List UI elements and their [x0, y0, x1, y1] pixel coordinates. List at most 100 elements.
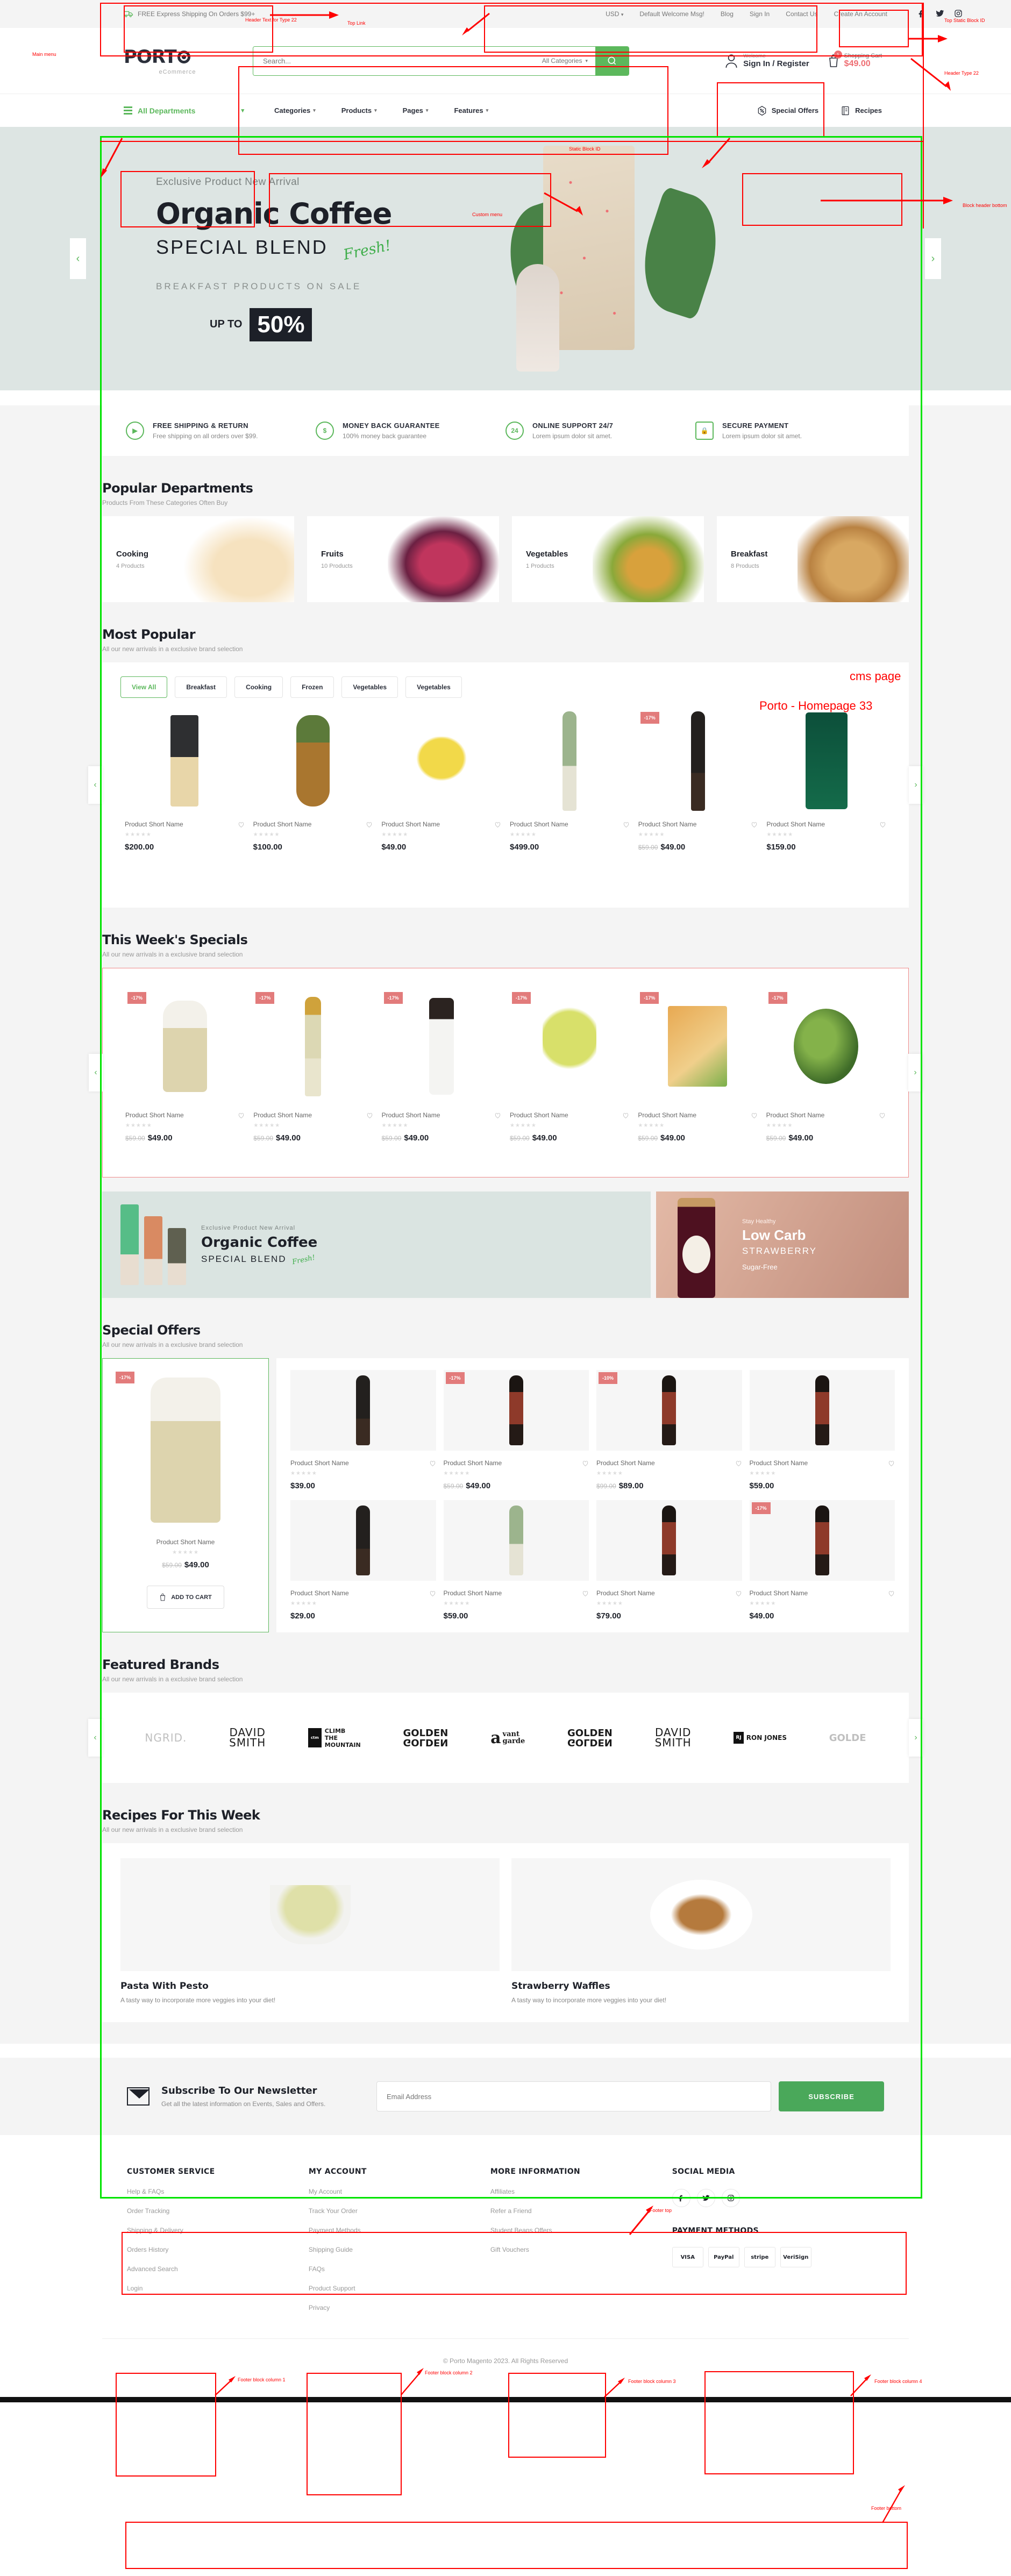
tab-cooking[interactable]: Cooking: [234, 676, 283, 698]
brand-logo[interactable]: NGRID.: [145, 1732, 187, 1743]
footer-link[interactable]: Student Beans Offers: [490, 2227, 672, 2234]
search-category-select[interactable]: All Categories ▾: [535, 47, 595, 75]
brand-logo[interactable]: DAVID SMITH: [655, 1727, 692, 1748]
top-link-welcome[interactable]: Default Welcome Msg!: [639, 10, 704, 18]
account-signin-register[interactable]: Sign In / Register: [743, 59, 809, 68]
top-link-signin[interactable]: Sign In: [750, 10, 770, 18]
brand-logo[interactable]: RJ RON JONES: [734, 1732, 787, 1744]
wishlist-heart-icon[interactable]: [751, 1112, 758, 1119]
footer-link[interactable]: Track Your Order: [309, 2207, 490, 2215]
product-card[interactable]: Product Short Name ★★★★★ $39.00: [290, 1370, 436, 1490]
tab-view-all[interactable]: View All: [120, 676, 168, 698]
product-card[interactable]: Product Short Name ★★★★★ $100.00: [249, 710, 378, 852]
product-card[interactable]: -17% Product Short Name ★★★★★ $59.00 $49.…: [443, 1370, 589, 1490]
wishlist-heart-icon[interactable]: [429, 1460, 436, 1467]
wishlist-heart-icon[interactable]: [879, 1112, 886, 1119]
recipe-card[interactable]: Strawberry Waffles A tasty way to incorp…: [511, 1858, 891, 2004]
banner-organic-coffee[interactable]: Exclusive Product New Arrival Organic Co…: [102, 1191, 651, 1298]
brand-logo[interactable]: GOLDEN GOLDEN: [567, 1729, 613, 1749]
footer-link[interactable]: Help & FAQs: [127, 2188, 309, 2195]
hero-slider[interactable]: ‹ Exclusive Product New Arrival Organic …: [0, 127, 1011, 390]
product-card[interactable]: -17% Product Short Name ★★★★★ $49.00: [749, 1500, 895, 1621]
product-card[interactable]: -17% Product Short Name ★★★★★ $59.00 $49.…: [121, 990, 249, 1143]
brand-logo[interactable]: GOLDE: [829, 1733, 866, 1743]
wishlist-heart-icon[interactable]: [751, 821, 758, 828]
product-card[interactable]: -10% Product Short Name ★★★★★ $99.00 $89.…: [596, 1370, 742, 1490]
wishlist-heart-icon[interactable]: [366, 1112, 373, 1119]
footer-link[interactable]: Gift Vouchers: [490, 2246, 672, 2253]
product-card[interactable]: Product Short Name ★★★★★ $499.00: [506, 710, 634, 852]
wishlist-heart-icon[interactable]: [429, 1590, 436, 1597]
wishlist-heart-icon[interactable]: [735, 1460, 742, 1467]
wishlist-heart-icon[interactable]: [238, 1112, 245, 1119]
wishlist-heart-icon[interactable]: [622, 1112, 629, 1119]
add-to-cart-button[interactable]: ADD TO CART: [147, 1586, 224, 1609]
footer-link[interactable]: Refer a Friend: [490, 2207, 672, 2215]
product-card[interactable]: -17% Product Short Name ★★★★★ $59.00 $49.…: [249, 990, 377, 1143]
footer-link[interactable]: Shipping & Delivery: [127, 2227, 309, 2234]
brand-logo[interactable]: ctm CLIMB THE MOUNTAIN: [308, 1728, 361, 1749]
footer-link[interactable]: Affiliates: [490, 2188, 672, 2195]
brand-logo[interactable]: a vant garde: [490, 1729, 525, 1747]
currency-selector[interactable]: USD ▾: [606, 10, 623, 18]
account-block[interactable]: Welcome Sign In / Register: [724, 53, 809, 68]
banner-low-carb[interactable]: Stay Healthy Low Carb STRAWBERRY Sugar-F…: [656, 1191, 909, 1298]
wishlist-heart-icon[interactable]: [494, 1112, 501, 1119]
footer-link[interactable]: Payment Methods: [309, 2227, 490, 2234]
menu-item-products[interactable]: Products ▾: [341, 106, 377, 115]
wishlist-heart-icon[interactable]: [735, 1590, 742, 1597]
recipe-card[interactable]: Pasta With Pesto A tasty way to incorpor…: [120, 1858, 500, 2004]
brand-logo[interactable]: GOLDEN GOLDEN: [403, 1729, 448, 1749]
brand-logo[interactable]: DAVID SMITH: [229, 1727, 266, 1748]
nav-special-offers[interactable]: Special Offers: [757, 105, 818, 116]
product-card[interactable]: Product Short Name ★★★★★ $49.00: [377, 710, 506, 852]
footer-link[interactable]: Order Tracking: [127, 2207, 309, 2215]
subscribe-button[interactable]: SUBSCRIBE: [779, 2081, 884, 2111]
wishlist-heart-icon[interactable]: [623, 821, 630, 828]
hero-next-button[interactable]: ›: [925, 238, 941, 279]
wishlist-heart-icon[interactable]: [582, 1590, 589, 1597]
wishlist-heart-icon[interactable]: [494, 821, 501, 828]
newsletter-email-input[interactable]: [376, 2081, 771, 2111]
footer-link[interactable]: Login: [127, 2285, 309, 2292]
wishlist-heart-icon[interactable]: [888, 1460, 895, 1467]
menu-item-pages[interactable]: Pages ▾: [403, 106, 429, 115]
footer-link[interactable]: Orders History: [127, 2246, 309, 2253]
top-link-contact[interactable]: Contact Us: [786, 10, 817, 18]
product-card[interactable]: -17% Product Short Name ★★★★★ $59.00 $49.…: [762, 990, 890, 1143]
product-card[interactable]: Product Short Name ★★★★★ $200.00: [120, 710, 249, 852]
footer-link[interactable]: Shipping Guide: [309, 2246, 490, 2253]
special-offer-feature-card[interactable]: -17% Product Short Name ★★★★★ $59.00 $49.…: [102, 1358, 269, 1632]
search-button[interactable]: [595, 46, 629, 75]
tab-frozen[interactable]: Frozen: [290, 676, 334, 698]
twitter-icon[interactable]: [936, 9, 944, 19]
footer-link[interactable]: Advanced Search: [127, 2265, 309, 2273]
tab-vegetables-2[interactable]: Vegetables: [405, 676, 462, 698]
product-card[interactable]: Product Short Name ★★★★★ $59.00: [749, 1370, 895, 1490]
department-card[interactable]: Fruits 10 Products: [307, 516, 499, 602]
nav-recipes[interactable]: Recipes: [840, 105, 882, 116]
top-link-create-account[interactable]: Create An Account: [834, 10, 887, 18]
tab-breakfast[interactable]: Breakfast: [175, 676, 227, 698]
wishlist-heart-icon[interactable]: [238, 821, 245, 828]
top-link-blog[interactable]: Blog: [721, 10, 734, 18]
wishlist-heart-icon[interactable]: [582, 1460, 589, 1467]
footer-link[interactable]: FAQs: [309, 2265, 490, 2273]
footer-link[interactable]: Product Support: [309, 2285, 490, 2292]
department-card[interactable]: Vegetables 1 Products: [512, 516, 704, 602]
search-input[interactable]: [253, 46, 535, 75]
product-card[interactable]: Product Short Name ★★★★★ $159.00: [762, 710, 891, 852]
logo[interactable]: PORT eCommerce: [124, 46, 231, 75]
facebook-icon[interactable]: [917, 9, 926, 19]
all-departments-button[interactable]: All Departments ▾: [124, 106, 247, 115]
product-card[interactable]: -17% Product Short Name ★★★★★ $59.00 $49.…: [506, 990, 633, 1143]
hero-prev-button[interactable]: ‹: [70, 238, 86, 279]
wishlist-heart-icon[interactable]: [888, 1590, 895, 1597]
product-card[interactable]: -17% Product Short Name ★★★★★ $59.00 $49.…: [378, 990, 506, 1143]
cart-block[interactable]: 1 Shopping Cart $49.00: [828, 51, 882, 69]
product-card[interactable]: -17% Product Short Name ★★★★★ $59.00 $49.…: [633, 990, 761, 1143]
menu-item-categories[interactable]: Categories ▾: [274, 106, 316, 115]
product-card[interactable]: Product Short Name ★★★★★ $59.00: [443, 1500, 589, 1621]
product-card[interactable]: Product Short Name ★★★★★ $79.00: [596, 1500, 742, 1621]
department-card[interactable]: Breakfast 8 Products: [717, 516, 909, 602]
